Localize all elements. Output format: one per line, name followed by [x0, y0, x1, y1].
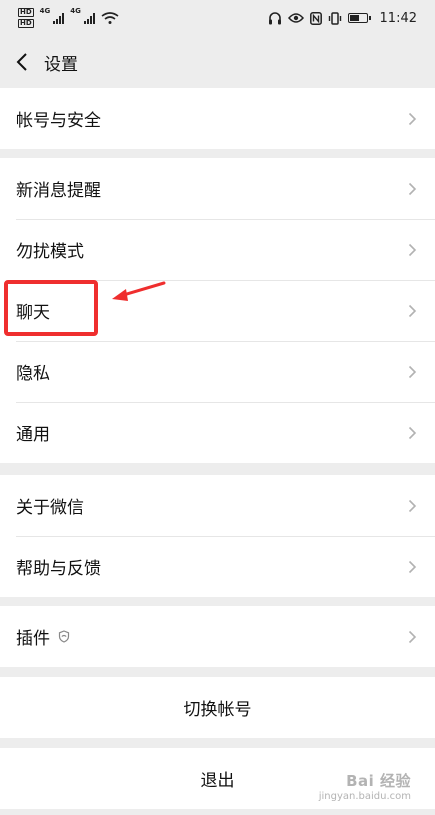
- chevron-right-icon: [408, 304, 417, 317]
- status-left: HD HD 4G 4G: [18, 8, 119, 28]
- signal-icon: [53, 12, 65, 24]
- annotation-highlight-box: [4, 280, 98, 336]
- chevron-right-icon: [408, 426, 417, 439]
- back-button[interactable]: [2, 36, 42, 88]
- vibrate-icon: [328, 11, 341, 25]
- nfc-icon: [309, 11, 322, 25]
- settings-item-do-not-disturb[interactable]: 勿扰模式: [0, 219, 435, 280]
- shield-icon: [58, 630, 70, 643]
- sim2-badge: HD: [18, 19, 34, 28]
- settings-item-label: 隐私: [16, 364, 50, 384]
- page-title: 设置: [44, 54, 78, 75]
- clock: 11:42: [379, 10, 417, 26]
- wifi-icon: [101, 12, 119, 24]
- sim-indicators: HD HD: [18, 8, 34, 28]
- status-bar: HD HD 4G 4G 11:42: [0, 0, 435, 36]
- sim1-badge: HD: [18, 8, 34, 17]
- chevron-right-icon: [408, 182, 417, 195]
- eye-icon: [287, 13, 304, 23]
- settings-group-plugins: 插件: [0, 606, 435, 667]
- plugins-label-wrap: 插件: [16, 624, 70, 649]
- settings-item-plugins[interactable]: 插件: [0, 606, 435, 667]
- chevron-right-icon: [408, 112, 417, 125]
- switch-account-group: 切换帐号: [0, 677, 435, 738]
- switch-account-button[interactable]: 切换帐号: [0, 677, 435, 738]
- headphones-icon: [268, 11, 281, 24]
- chevron-right-icon: [408, 499, 417, 512]
- annotation-arrow-icon: [112, 281, 166, 301]
- watermark-brand: Bai 经验: [346, 772, 411, 790]
- settings-item-general[interactable]: 通用: [0, 402, 435, 463]
- chevron-right-icon: [408, 560, 417, 573]
- settings-item-privacy[interactable]: 隐私: [0, 341, 435, 402]
- signal-icon-2: [83, 12, 95, 24]
- nav-bar: 设置: [0, 36, 435, 88]
- settings-item-notifications[interactable]: 新消息提醒: [0, 158, 435, 219]
- chevron-left-icon: [16, 53, 27, 71]
- settings-item-label: 通用: [16, 425, 50, 445]
- settings-group-about: 关于微信 帮助与反馈: [0, 475, 435, 597]
- chevron-right-icon: [408, 365, 417, 378]
- settings-item-about[interactable]: 关于微信: [0, 475, 435, 536]
- watermark: Bai 经验 jingyan.baidu.com: [319, 773, 411, 805]
- settings-item-label: 关于微信: [16, 498, 84, 518]
- net1-label: 4G: [39, 7, 51, 15]
- status-right: 11:42: [268, 11, 417, 26]
- settings-item-label: 帮助与反馈: [16, 559, 101, 579]
- net2-label: 4G: [70, 7, 81, 15]
- settings-group-account: 帐号与安全: [0, 88, 435, 149]
- battery-icon: [347, 13, 371, 23]
- settings-item-label: 勿扰模式: [16, 242, 84, 262]
- chevron-right-icon: [408, 630, 417, 643]
- chevron-right-icon: [408, 243, 417, 256]
- watermark-url: jingyan.baidu.com: [318, 791, 411, 802]
- settings-item-help-feedback[interactable]: 帮助与反馈: [0, 536, 435, 597]
- settings-item-account-security[interactable]: 帐号与安全: [0, 88, 435, 149]
- settings-item-label: 插件: [16, 629, 50, 649]
- settings-item-label: 帐号与安全: [16, 111, 101, 131]
- settings-item-label: 新消息提醒: [16, 181, 101, 201]
